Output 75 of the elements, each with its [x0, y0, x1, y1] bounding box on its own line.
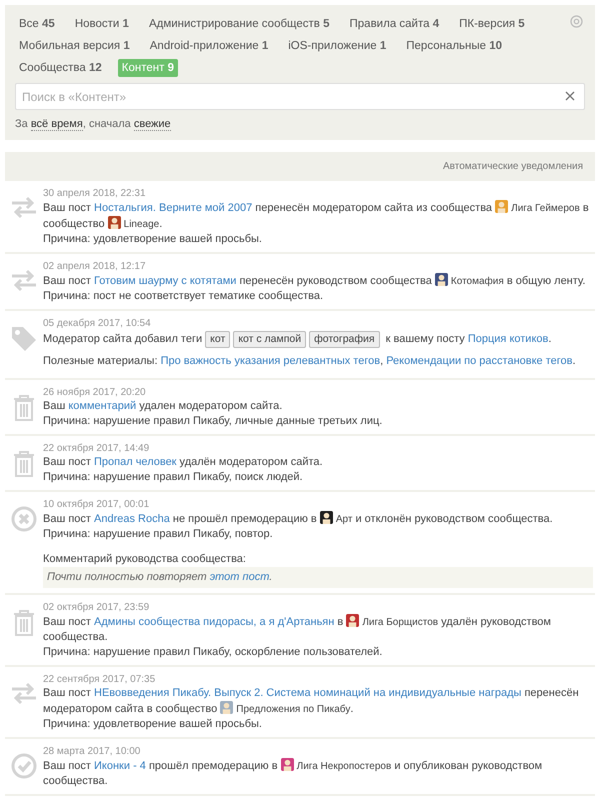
notification-text: Ваш пост Готовим шаурму с котятами перенесён руководством сообщества Котомафия в общую ленту. — [43, 273, 586, 289]
x-circle-icon — [11, 506, 37, 532]
filter-tab[interactable]: Сообщества 12 — [15, 59, 106, 77]
filter-tab[interactable]: Все 45 — [15, 15, 59, 33]
notification-text: Ваш пост Andreas Rocha не прошёл премодерацию в Арт и отклонён руководством сообщества. — [43, 511, 554, 527]
filter-tab[interactable]: Новости 1 — [70, 15, 133, 33]
sort-text: За всё время, сначала свежие — [15, 118, 172, 130]
notification-date: 22 сентября 2017, 07:35 — [43, 673, 156, 686]
tag-icon — [10, 325, 38, 353]
section-title: Автоматические уведомления — [443, 161, 583, 172]
filter-tab[interactable]: Правила сайта 4 — [346, 15, 444, 33]
notification-date: 22 октября 2017, 14:49 — [43, 442, 150, 455]
trash-icon — [11, 450, 37, 478]
notification-text: Модератор сайта добавил теги кот кот с лампой фотография к вашему посту Порция котиков. — [43, 330, 593, 349]
post-link[interactable]: Админы сообщества пидорасы, а я д'Артаньян — [94, 616, 334, 628]
reason-text: Причина: нарушение правил Пикабу, личные данные третьих лиц. — [43, 414, 384, 429]
reason-text: Причина: нарушение правил Пикабу, поиск людей. — [43, 470, 304, 485]
community-link[interactable]: Лига Борщистов — [362, 617, 438, 628]
notification-text: Ваш пост Админы сообщества пидорасы, а я д'Артаньян в Лига Борщистов удалён руководством сообщества. — [43, 614, 552, 645]
filter-tab[interactable]: iOS-приложение 1 — [284, 37, 390, 55]
notification-date: 10 октября 2017, 00:01 — [43, 498, 150, 511]
community-link[interactable]: Предложения по Пикабу — [236, 704, 350, 715]
reason-text: Причина: нарушение правил Пикабу, повтор. — [43, 527, 274, 542]
notification-date: 26 ноября 2017, 20:20 — [43, 386, 147, 399]
post-link[interactable]: НЕвовведения Пикабу. Выпуск 2. Система номинаций на индивидуальные награды — [94, 687, 522, 699]
notification-text: Ваш пост НЕвовведения Пикабу. Выпуск 2. Система номинаций на индивидуальные награды перенесён модератором сайта в сообщество Предложения по Пикабу. — [43, 686, 580, 717]
trash-icon — [11, 394, 37, 422]
notification-date: 02 октября 2017, 23:59 — [43, 601, 150, 614]
post-link[interactable]: Ностальгия. Верните мой 2007 — [94, 202, 252, 214]
post-link[interactable]: комментарий — [68, 400, 136, 412]
notification-date: 30 апреля 2018, 22:31 — [43, 187, 147, 200]
post-link[interactable]: Про важность указания релевантных тегов — [160, 355, 380, 367]
notification-date: 28 марта 2017, 10:00 — [43, 745, 142, 758]
arrows-icon — [10, 681, 38, 705]
tag-chip[interactable]: кот с лампой — [233, 331, 306, 348]
post-link[interactable]: Пропал человек — [94, 456, 176, 468]
filter-tab[interactable]: ПК-версия 5 — [455, 15, 529, 33]
reason-text: Причина: пост не соответствует тематике сообщества. — [43, 289, 324, 304]
community-link[interactable]: Лига Геймеров — [511, 203, 580, 214]
notification-text: Ваш пост Ностальгия. Верните мой 2007 перенесён модератором сайта из сообщества Лига Геймеров в сообщество Lineage. — [43, 200, 590, 232]
post-link[interactable]: Иконки - 4 — [94, 760, 146, 772]
search-field[interactable]: Поиск в «Контент» — [15, 83, 585, 110]
notification-text: Ваш комментарий удален модератором сайта. — [43, 399, 284, 414]
filter-tab[interactable]: Администрирование сообществ 5 — [144, 15, 334, 33]
trash-icon — [11, 609, 37, 637]
useful-materials-text: Полезные материалы: Про важность указания релевантных тегов, Рекомендации по расстановке тегов. — [43, 354, 577, 369]
sort-option-link[interactable]: свежие — [134, 118, 171, 131]
reason-text: Причина: удовлетворение вашей просьбы. — [43, 717, 263, 732]
tag-chip[interactable]: фотография — [309, 331, 380, 348]
post-link[interactable]: Порция котиков — [468, 333, 548, 345]
sort-option-link[interactable]: всё время — [30, 118, 83, 131]
filter-tab[interactable]: Мобильная версия 1 — [15, 37, 134, 55]
community-link[interactable]: Арт — [336, 514, 352, 525]
post-link[interactable]: Andreas Rocha — [94, 513, 170, 525]
community-link[interactable]: Lineage — [124, 219, 160, 230]
close-icon[interactable] — [565, 91, 575, 101]
notification-text: Ваш пост Пропал человек удалён модератором сайта. — [43, 455, 324, 470]
notification-date: 02 апреля 2018, 12:17 — [43, 260, 147, 273]
post-link[interactable]: Готовим шаурму с котятами — [94, 275, 236, 287]
reason-text: Причина: удовлетворение вашей просьбы. — [43, 232, 263, 247]
community-link[interactable]: Котомафия — [450, 276, 504, 287]
comment-title: Комментарий руководства сообщества: — [43, 552, 247, 567]
notification-date: 05 декабря 2017, 10:54 — [43, 317, 152, 330]
post-link[interactable]: Рекомендации по расстановке тегов — [386, 355, 572, 367]
check-circle-icon — [11, 753, 37, 779]
arrows-icon — [10, 268, 38, 292]
filter-tab[interactable]: Android-приложение 1 — [146, 37, 272, 55]
post-link[interactable]: этот пост — [210, 571, 270, 583]
tag-chip[interactable]: кот — [205, 331, 230, 348]
notification-text: Ваш пост Иконки - 4 прошёл премодерацию в Лига Некропостеров и опубликован руководством сообщества. — [43, 758, 544, 789]
arrows-icon — [10, 195, 38, 219]
moderator-comment: Почти полностью повторяет этот пост. — [43, 567, 593, 588]
reason-text: Причина: нарушение правил Пикабу, оскорбление пользователей. — [43, 645, 384, 660]
community-link[interactable]: Лига Некропостеров — [296, 761, 392, 772]
filter-tab[interactable]: Персональные 10 — [402, 37, 506, 55]
